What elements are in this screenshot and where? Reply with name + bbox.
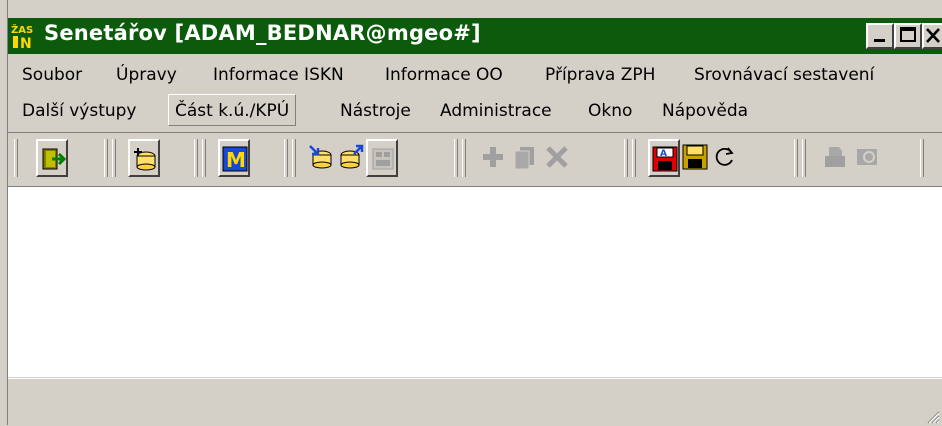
print-button[interactable] [820, 139, 852, 177]
menu-okno[interactable]: Okno [582, 96, 638, 122]
menu-bar-row-2: Další výstupy Část k.ú./KPÚ Nástroje Adm… [8, 92, 942, 128]
menu-informace-oo[interactable]: Informace OO [379, 60, 509, 86]
toolbar-grip[interactable] [632, 139, 636, 177]
toolbar-grip[interactable] [292, 139, 296, 177]
toolbar-grip[interactable] [920, 139, 924, 177]
menu-nastroje[interactable]: Nástroje [334, 96, 417, 122]
menu-dalsi-vystupy[interactable]: Další výstupy [16, 96, 142, 122]
toolbar-grip[interactable] [802, 139, 806, 177]
menu-bar-row-1: Soubor Úpravy Informace ISKN Informace O… [8, 56, 942, 92]
toolbar-grip[interactable] [202, 139, 206, 177]
close-icon [926, 28, 940, 43]
copy-button[interactable] [510, 139, 542, 177]
db-export-icon [340, 144, 364, 169]
title-bar[interactable]: ŽAS N Senetářov [ADAM_BEDNAR@mgeo#] [8, 18, 942, 54]
exit-icon [42, 148, 66, 170]
print-preview-button[interactable] [852, 139, 884, 177]
minimize-icon [874, 39, 885, 42]
svg-text:N: N [20, 36, 32, 50]
toolbar-grip[interactable] [624, 139, 628, 177]
print-icon [825, 147, 845, 167]
db-import-button[interactable] [306, 139, 338, 177]
window-left-edge [0, 0, 8, 425]
menu-soubor[interactable]: Soubor [16, 60, 88, 86]
save-as-icon: A [652, 146, 678, 172]
toolbar-grip[interactable] [14, 139, 18, 177]
menu-informace-iskn[interactable]: Informace ISKN [207, 60, 350, 86]
menu-cast-ku-kpu[interactable]: Část k.ú./KPÚ [168, 94, 297, 126]
delete-icon [546, 146, 568, 168]
m-app-icon: M [222, 146, 248, 172]
menu-napoveda[interactable]: Nápověda [656, 96, 754, 122]
database-add-icon [134, 148, 156, 171]
m-app-button[interactable]: M [218, 139, 250, 177]
menu-administrace[interactable]: Administrace [434, 96, 558, 122]
maximize-icon [900, 27, 916, 42]
db-calc-button[interactable] [366, 139, 398, 177]
maximize-button[interactable] [894, 23, 922, 49]
minimize-button[interactable] [866, 23, 894, 49]
db-import-icon [309, 145, 332, 169]
refresh-icon [715, 147, 734, 166]
save-button[interactable] [680, 139, 712, 177]
toolbar-grip[interactable] [112, 139, 116, 177]
exit-button[interactable] [36, 139, 68, 177]
svg-text:M: M [226, 148, 246, 172]
menu-upravy[interactable]: Úpravy [110, 60, 183, 86]
window-title: Senetářov [ADAM_BEDNAR@mgeo#] [44, 21, 481, 45]
close-button[interactable] [922, 23, 942, 49]
menu-priprava-zph[interactable]: Příprava ZPH [539, 60, 661, 86]
main-window: ŽAS N Senetářov [ADAM_BEDNAR@mgeo#] Soub… [0, 0, 942, 426]
toolbar-grip[interactable] [462, 139, 466, 177]
print-preview-icon [857, 149, 877, 165]
delete-button[interactable] [542, 139, 574, 177]
resize-grip-icon[interactable] [926, 410, 940, 424]
svg-text:ŽAS: ŽAS [11, 23, 33, 36]
save-as-button[interactable]: A [648, 139, 680, 177]
svg-text:A: A [660, 149, 667, 159]
app-icon: ŽAS N [10, 22, 40, 52]
add-button[interactable] [478, 139, 510, 177]
database-add-button[interactable] [128, 139, 160, 177]
db-export-button[interactable] [336, 139, 368, 177]
db-calc-icon [372, 148, 394, 170]
toolbar-grip[interactable] [284, 139, 288, 177]
mdi-client-area[interactable] [8, 186, 942, 377]
toolbar-grip[interactable] [454, 139, 458, 177]
toolbar-grip[interactable] [194, 139, 198, 177]
toolbar-grip[interactable] [794, 139, 798, 177]
save-icon [682, 144, 708, 170]
status-bar [8, 378, 942, 426]
toolbar-grip[interactable] [104, 139, 108, 177]
copy-icon [514, 147, 534, 170]
toolbar: M A [8, 132, 942, 183]
menu-srovnavaci-sestaveni[interactable]: Srovnávací sestavení [688, 60, 880, 86]
refresh-button[interactable] [710, 139, 742, 177]
plus-icon [483, 147, 503, 167]
